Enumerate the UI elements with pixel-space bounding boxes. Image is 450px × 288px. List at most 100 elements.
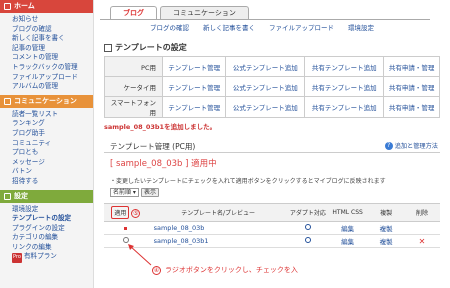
edit-link[interactable]: 編集: [341, 238, 354, 246]
grid-row: ケータイ用 テンプレート管理 公式テンプレート追加 共有テンプレート追加 共有申…: [104, 76, 440, 97]
sidebar-section-home[interactable]: ホーム: [0, 0, 93, 13]
sidebar-item[interactable]: ファイルアップロード: [12, 73, 78, 81]
annotation-text: ラジオボタンをクリックし、チェックを入: [165, 266, 298, 274]
grid-link[interactable]: 共有申請・管理: [389, 64, 435, 72]
grid-link[interactable]: 共有申請・管理: [389, 84, 435, 92]
sidebar-item[interactable]: お知らせ: [12, 15, 38, 23]
sidebar-item[interactable]: アルバムの管理: [12, 82, 58, 90]
sidebar-item[interactable]: カテゴリの編集: [12, 233, 58, 241]
grid-link[interactable]: テンプレート管理: [168, 84, 220, 92]
sidebar-item[interactable]: リンクの編集: [12, 243, 52, 251]
subnav-item[interactable]: 環境設定: [348, 22, 374, 32]
sidebar-item[interactable]: ランキング: [12, 119, 45, 127]
col-adapt: アダプト対応: [288, 203, 328, 222]
sidebar-item[interactable]: バトン: [12, 167, 32, 175]
panel-title: テンプレートの設定: [104, 42, 187, 53]
copy-link[interactable]: 複製: [380, 225, 393, 233]
tab-communication[interactable]: コミュニケーション: [160, 6, 249, 19]
help-link-text[interactable]: 追加と管理方法: [395, 141, 438, 150]
subnav: ブログの確認 新しく記事を書く ファイルアップロード 環境設定: [100, 19, 430, 33]
grid-link[interactable]: 公式テンプレート追加: [233, 84, 298, 92]
sidebar-item[interactable]: 新しく記事を書く: [12, 34, 65, 42]
sidebar-section-title: ホーム: [14, 2, 35, 10]
sidebar-item[interactable]: コミュニティ: [12, 139, 51, 147]
sidebar-item[interactable]: コメントの管理: [12, 53, 58, 61]
template-grid: PC用 テンプレート管理 公式テンプレート追加 共有テンプレート追加 共有申請・…: [104, 56, 440, 118]
sidebar-section-settings[interactable]: 設定: [0, 189, 93, 203]
sidebar-item[interactable]: 読者一覧リスト: [12, 110, 58, 118]
sidebar-item[interactable]: トラックバックの管理: [12, 63, 78, 71]
show-button[interactable]: 表示: [140, 188, 159, 197]
tab-blog[interactable]: ブログ: [110, 6, 157, 19]
sidebar-item[interactable]: ブログ助手: [12, 129, 45, 137]
settings-icon: [4, 192, 11, 200]
applied-template-name: [ sample_08_03b ] 適用中: [110, 159, 217, 169]
sidebar-item-current[interactable]: テンプレートの設定: [12, 214, 71, 222]
sidebar-section-title: 設定: [14, 191, 28, 200]
panel-title-text: テンプレートの設定: [115, 43, 187, 52]
help-icon: ?: [384, 141, 393, 150]
sidebar-item[interactable]: ブログの確認: [12, 25, 52, 33]
step-5-marker: ⑤: [131, 209, 141, 218]
grid-link[interactable]: 公式テンプレート追加: [233, 64, 298, 72]
notice-message: sample_08_03b1を追加しました。: [104, 123, 217, 131]
sidebar-item[interactable]: 記事の管理: [12, 44, 45, 52]
edit-link[interactable]: 編集: [341, 225, 354, 233]
grid-link[interactable]: 共有テンプレート追加: [312, 104, 377, 112]
tabs: ブログ コミュニケーション: [110, 6, 249, 19]
sort-select[interactable]: 名前順 ▾: [110, 188, 139, 197]
adapt-supported-icon: [304, 237, 311, 243]
sidebar-item[interactable]: メッセージ: [12, 158, 45, 166]
template-name-link[interactable]: sample_08_03b: [154, 224, 205, 232]
sidebar-section-community[interactable]: コミュニケーション: [0, 94, 93, 108]
template-icon: [104, 43, 112, 52]
settings-list: 環境設定 テンプレートの設定 プラグインの設定 カテゴリの編集 リンクの編集 P…: [0, 203, 93, 267]
delete-icon[interactable]: ✕: [419, 237, 426, 246]
copy-link[interactable]: 複製: [380, 238, 393, 246]
sidebar-section-title: コミュニケーション: [14, 96, 77, 105]
arrow-icon: [128, 244, 152, 266]
sidebar-item[interactable]: 有料プラン: [24, 252, 57, 260]
sidebar: ホーム お知らせ ブログの確認 新しく記事を書く 記事の管理 コメントの管理 ト…: [0, 0, 94, 288]
grid-link[interactable]: 共有テンプレート追加: [312, 64, 377, 72]
col-html-css: HTML CSS: [327, 203, 369, 222]
step-4-marker: ④: [152, 265, 161, 275]
manager-title: テンプレート管理 (PC用): [110, 142, 196, 151]
table-row: sample_08_03b1 編集 複製 ✕: [104, 234, 440, 248]
pro-badge: Pro: [12, 253, 22, 264]
grid-link[interactable]: 共有申請・管理: [389, 104, 435, 112]
table-row: sample_08_03b 編集 複製: [104, 221, 440, 235]
sidebar-item[interactable]: 招待する: [12, 177, 38, 185]
grid-link[interactable]: テンプレート管理: [168, 104, 220, 112]
divider: [104, 152, 440, 153]
list-header: 適用 ⑤ テンプレート名/プレビュー アダプト対応 HTML CSS 複製 削除: [104, 203, 440, 222]
col-copy: 複製: [368, 203, 405, 222]
community-icon: [4, 97, 11, 105]
instruction-text: ・変更したいテンプレートにチェックを入れて適用ボタンをクリックするとマイブログに…: [110, 178, 386, 185]
grid-link[interactable]: テンプレート管理: [168, 64, 220, 72]
current-template-marker: [124, 227, 128, 230]
grid-row: PC用 テンプレート管理 公式テンプレート追加 共有テンプレート追加 共有申請・…: [104, 56, 440, 77]
home-list: お知らせ ブログの確認 新しく記事を書く 記事の管理 コメントの管理 トラックバ…: [0, 13, 93, 95]
adapt-supported-icon: [304, 224, 311, 230]
sort-select-value: 名前順: [113, 189, 132, 196]
subnav-item[interactable]: ファイルアップロード: [269, 22, 334, 32]
col-template-name: テンプレート名/プレビュー: [147, 203, 289, 222]
help-link[interactable]: ? 追加と管理方法: [384, 141, 438, 150]
annotation: ④ ラジオボタンをクリックし、チェックを入: [152, 265, 298, 275]
apply-button[interactable]: 適用: [111, 206, 130, 219]
template-list: 適用 ⑤ テンプレート名/プレビュー アダプト対応 HTML CSS 複製 削除…: [104, 203, 440, 248]
grid-row-label: PC用: [104, 56, 163, 77]
grid-link[interactable]: 共有テンプレート追加: [312, 84, 377, 92]
sidebar-item[interactable]: プラグインの設定: [12, 224, 65, 232]
grid-link[interactable]: 公式テンプレート追加: [233, 104, 298, 112]
subnav-item[interactable]: 新しく記事を書く: [203, 22, 255, 32]
subnav-item[interactable]: ブログの確認: [150, 22, 189, 32]
grid-row-label: スマートフォン用: [104, 96, 163, 118]
template-name-link[interactable]: sample_08_03b1: [154, 237, 209, 245]
sidebar-item[interactable]: プロとも: [12, 148, 38, 156]
community-list: 読者一覧リスト ランキング ブログ助手 コミュニティ プロとも メッセージ バト…: [0, 108, 93, 190]
sidebar-item[interactable]: 環境設定: [12, 205, 38, 213]
grid-row-label: ケータイ用: [104, 76, 163, 97]
col-delete: 削除: [404, 203, 440, 222]
